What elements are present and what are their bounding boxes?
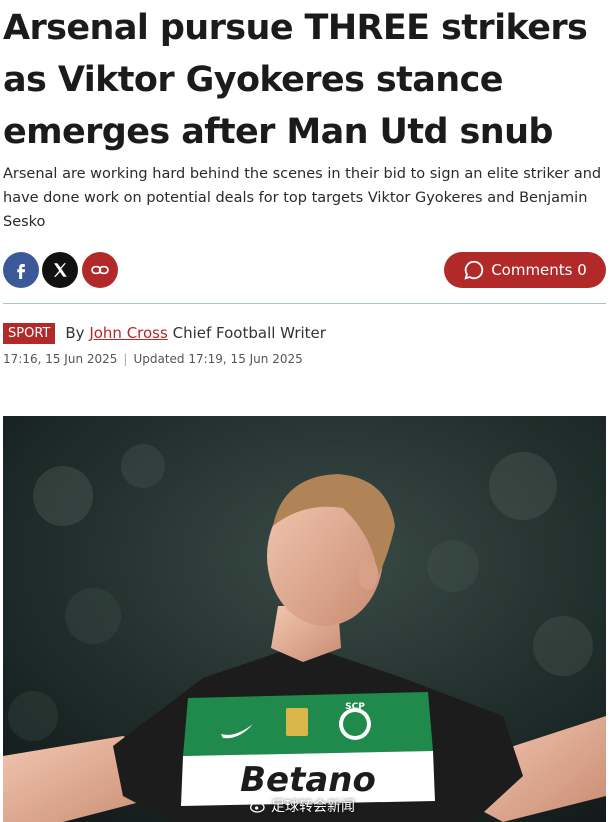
byline: By John Cross Chief Football Writer	[65, 324, 326, 342]
speech-bubble-icon	[464, 260, 484, 280]
x-icon	[54, 263, 67, 277]
byline-prefix: By	[65, 324, 85, 342]
article-headline: Arsenal pursue THREE strikers as Viktor …	[3, 8, 588, 152]
author-role: Chief Football Writer	[172, 324, 326, 342]
byline-row: SPORT By John Cross Chief Football Write…	[3, 320, 603, 346]
watermark-text: 足球转会新闻	[271, 799, 355, 815]
share-bar: Comments 0	[3, 252, 606, 288]
link-icon	[91, 265, 109, 275]
facebook-icon	[17, 264, 26, 279]
watermark: 足球转会新闻	[250, 796, 355, 816]
article-standfirst: Arsenal are working hard behind the scen…	[3, 166, 602, 230]
section-badge[interactable]: SPORT	[3, 322, 56, 344]
copy-link-button[interactable]	[82, 252, 118, 288]
shirt-sponsor-text: Betano	[240, 760, 376, 800]
facebook-share-button[interactable]	[3, 252, 39, 288]
x-share-button[interactable]	[42, 252, 78, 288]
comments-button[interactable]: Comments 0	[444, 252, 606, 288]
date-separator: |	[123, 352, 128, 366]
crest-text: SCP	[345, 702, 365, 712]
divider	[3, 303, 606, 304]
updated-time: Updated 17:19, 15 Jun 2025	[133, 352, 303, 366]
dateline: 17:16, 15 Jun 2025 | Updated 17:19, 15 Jun…	[3, 352, 303, 366]
hero-image: Betano SCP	[3, 416, 606, 822]
author-link[interactable]: John Cross	[89, 324, 168, 342]
comments-count-label: Comments 0	[491, 261, 587, 279]
weibo-icon	[250, 802, 265, 813]
player-photo: Betano SCP	[3, 416, 606, 822]
published-time: 17:16, 15 Jun 2025	[3, 352, 118, 366]
